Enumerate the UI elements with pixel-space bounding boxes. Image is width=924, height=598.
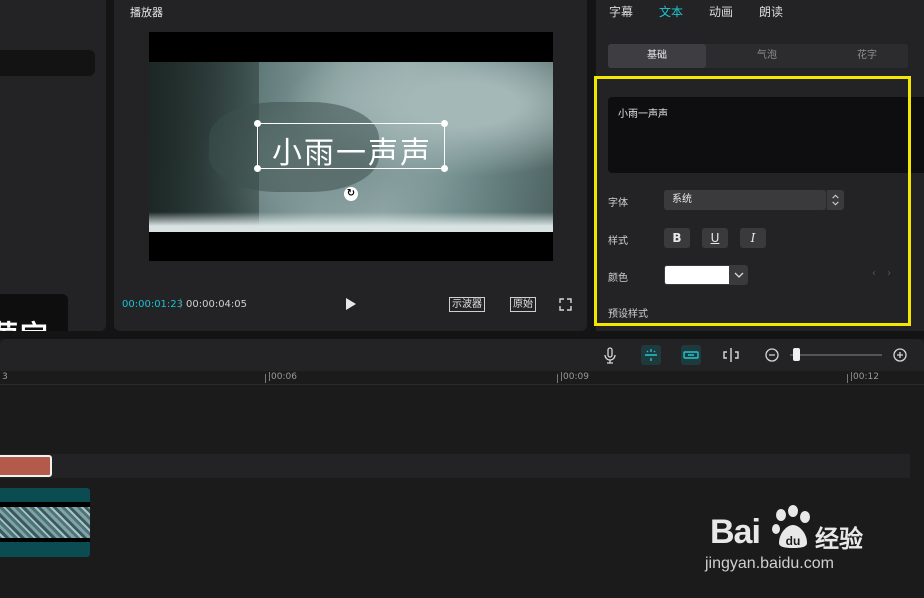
color-swatch[interactable] [664,265,730,285]
microphone-icon[interactable] [600,345,620,365]
text-content-input[interactable]: 小雨一声声 [608,97,924,173]
split-icon[interactable] [721,345,741,365]
resize-handle-top-right[interactable] [441,120,448,127]
link-clips-icon[interactable] [681,345,701,365]
rotate-icon[interactable]: ↻ [344,187,358,201]
color-label: 颜色 [608,273,628,284]
zoom-slider-track[interactable] [790,354,882,356]
watermark-brand-du: du [786,534,801,548]
tick-label: |00:06 [265,372,297,383]
resize-handle-bottom-right[interactable] [441,165,448,172]
caption-text[interactable]: 小雨一声声 [258,128,446,172]
clip-thumbnails [0,507,90,538]
zoom-slider-handle[interactable] [793,348,800,361]
italic-button[interactable]: I [740,228,766,248]
media-search-input[interactable] [0,50,95,76]
tab-subtitle[interactable]: 字幕 [609,3,633,20]
video-clip[interactable] [0,488,90,557]
caption-selection-box[interactable]: 小雨一声声 [254,120,448,172]
original-ratio-button[interactable]: 原始 [510,297,536,312]
inspector-tabs: 字幕 文本 动画 朗读 [596,0,924,24]
text-template-thumbnail[interactable]: 萤宝 [0,294,68,331]
video-frame: 小雨一声声 ↻ [149,62,553,232]
tick-label: 3 [0,372,8,383]
resize-handle-top-left[interactable] [254,120,261,127]
player-panel: 播放器 小雨一声声 ↻ 00:00:01:23 | 00:00:04:05 示波… [114,0,587,331]
segment-fancy-text[interactable]: 花字 [818,44,916,68]
media-panel: 萤宝 [0,0,106,331]
total-time: 00:00:04:05 [186,299,248,310]
font-select[interactable]: 系统 [664,190,826,210]
font-stepper-icon[interactable] [826,190,844,210]
text-clip[interactable] [0,455,52,477]
time-separator: | [179,298,183,309]
play-icon[interactable] [345,297,357,311]
video-foam [149,212,553,232]
timeline-ruler[interactable]: 3 |00:06 |00:09 |00:12 [0,371,924,385]
segment-bubble[interactable]: 气泡 [718,44,816,68]
watermark-url: jingyan.baidu.com [705,555,834,572]
watermark-cn: 经验 [815,525,863,553]
tab-animation[interactable]: 动画 [709,3,733,20]
video-editor-window: 萤宝 播放器 小雨一声声 ↻ 00:00:01:23 | 00:00:04: [0,0,924,598]
fullscreen-icon[interactable] [559,298,572,311]
tick-label: |00:09 [557,372,589,383]
chevron-down-icon[interactable] [730,265,748,285]
zoom-in-icon[interactable] [890,345,910,365]
watermark-brand: Bai [710,513,761,552]
tab-text[interactable]: 文本 [659,3,683,20]
watermark-brand-bai: Bai [710,513,761,551]
clip-strip-bottom [0,538,90,542]
preset-style-label: 预设样式 [608,309,648,320]
resize-handle-bottom-left[interactable] [254,165,261,172]
tick-label: |00:12 [847,372,879,383]
zoom-out-icon[interactable] [762,345,782,365]
underline-button[interactable]: U [702,228,728,248]
text-track [0,454,910,478]
style-label: 样式 [608,236,628,247]
segment-basic[interactable]: 基础 [608,44,706,68]
inspector-panel: 字幕 文本 动画 朗读 基础 气泡 花字 小雨一声声 字体 系统 样式 B U … [596,0,924,331]
snap-icon[interactable] [641,345,661,365]
player-title: 播放器 [130,6,163,19]
preview-canvas[interactable]: 小雨一声声 ↻ [149,32,553,261]
current-time: 00:00:01:23 [122,299,184,310]
timeline-toolbar [0,339,924,371]
scope-button[interactable]: 示波器 [449,297,485,312]
bold-button[interactable]: B [664,228,690,248]
preset-nav-arrows[interactable]: ‹ › [872,268,895,279]
paw-logo-icon: du [772,505,810,548]
template-preview-text: 萤宝 [0,314,50,331]
baidu-jingyan-watermark: Bai du 经验 jingyan.baidu.com [705,497,905,587]
font-label: 字体 [608,198,628,209]
tab-read-aloud[interactable]: 朗读 [759,3,783,20]
text-style-segments: 基础 气泡 花字 [608,44,908,68]
